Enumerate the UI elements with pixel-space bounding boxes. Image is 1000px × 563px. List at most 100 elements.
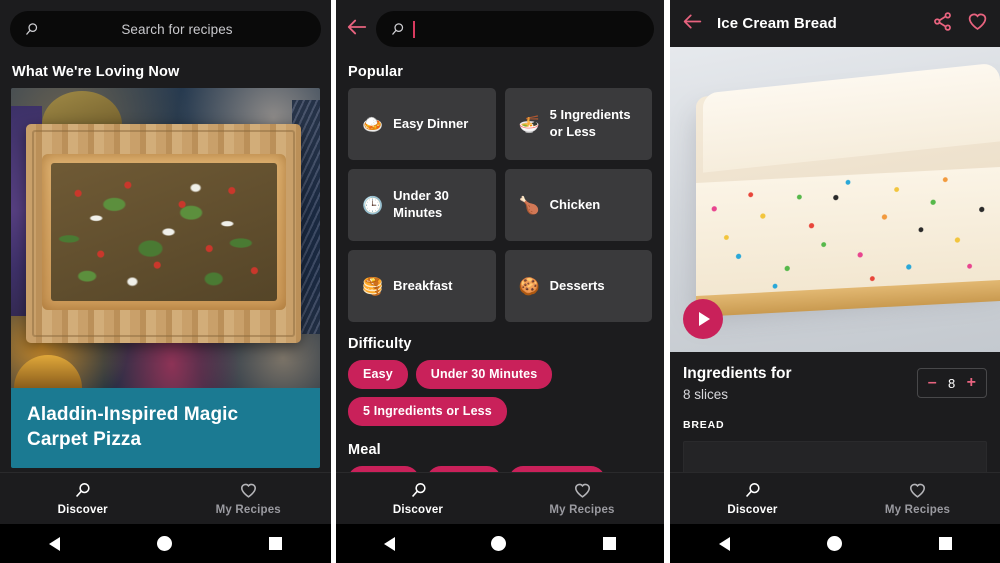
filter-chip-dinner[interactable]: Dinner [348, 466, 419, 472]
ingredient-section-label: BREAD [683, 418, 725, 431]
recents-square-icon[interactable] [269, 537, 283, 550]
page-title: Ice Cream Bread [717, 15, 837, 32]
meal-heading: Meal [348, 442, 381, 458]
meal-chip-group: Dinner Snacks Appetizers [336, 466, 664, 472]
nav-label-my-recipes: My Recipes [549, 504, 615, 516]
favorite-heart-icon[interactable] [967, 11, 988, 37]
category-tile-under-30-minutes[interactable]: 🕒 Under 30 Minutes [348, 169, 496, 241]
home-circle-icon[interactable] [156, 536, 172, 551]
filter-chip-easy[interactable]: Easy [348, 360, 408, 389]
ingredients-title-block: Ingredients for 8 slices [683, 365, 917, 402]
clock-icon: 🕒 [362, 195, 384, 215]
category-tile-chicken[interactable]: 🍗 Chicken [504, 169, 652, 241]
nav-label-discover: Discover [392, 504, 444, 516]
category-tile-label: Easy Dinner [393, 115, 469, 131]
filter-chip-under-30-minutes[interactable]: Under 30 Minutes [415, 360, 553, 389]
home-circle-icon[interactable] [491, 536, 507, 551]
screenshot-stage: Search for recipes What We're Loving Now… [0, 0, 1000, 563]
category-tile-easy-dinner[interactable]: 🍛 Easy Dinner [348, 88, 496, 160]
search-input[interactable] [376, 11, 654, 47]
breakfast-icon: 🥞 [362, 276, 384, 296]
panel3-system-bar [670, 524, 1000, 563]
phone-panel-recipe-detail: Ice Cream Bread Ingredients for 8 slices… [670, 0, 1000, 563]
popular-tile-grid: 🍛 Easy Dinner 🍜 5 Ingredients or Less 🕒 … [336, 88, 664, 322]
difficulty-heading: Difficulty [348, 336, 412, 352]
filter-chip-five-ingredients-or-less[interactable]: 5 Ingredients or Less [348, 397, 507, 426]
back-triangle-icon[interactable] [384, 536, 396, 551]
decrease-servings-button[interactable]: – [928, 375, 937, 391]
search-icon [411, 482, 426, 498]
play-icon [699, 312, 710, 326]
recipe-detail-header: Ice Cream Bread [670, 0, 1000, 47]
category-tile-label: 5 Ingredients or Less [549, 107, 631, 139]
heart-icon [574, 483, 590, 498]
increase-servings-button[interactable]: + [967, 375, 976, 391]
phone-panel-search: Popular 🍛 Easy Dinner 🍜 5 Ingredients or… [336, 0, 664, 563]
nav-item-discover[interactable]: Discover [0, 473, 166, 524]
panel1-search-row: Search for recipes [0, 0, 331, 57]
nav-label-my-recipes: My Recipes [884, 504, 951, 516]
nav-label-discover: Discover [57, 504, 108, 516]
back-triangle-icon[interactable] [48, 536, 60, 551]
share-icon[interactable] [932, 11, 953, 37]
featured-recipe-title: Aladdin-Inspired Magic Carpet Pizza [11, 388, 320, 469]
play-video-button[interactable] [683, 299, 723, 339]
back-arrow-icon[interactable] [346, 16, 368, 43]
back-arrow-icon[interactable] [682, 11, 703, 37]
servings-quantity: 8 [948, 375, 956, 391]
ingredient-list-placeholder [683, 440, 987, 472]
heart-icon [909, 483, 926, 498]
panel1-section-title: What We're Loving Now [12, 64, 180, 80]
search-icon [76, 482, 90, 498]
filter-chip-snacks[interactable]: Snacks [426, 466, 502, 472]
panel2-search-row [336, 0, 664, 57]
difficulty-chip-group: Easy Under 30 Minutes 5 Ingredients or L… [336, 360, 664, 426]
featured-recipe-image [11, 88, 320, 388]
panel2-screen: Popular 🍛 Easy Dinner 🍜 5 Ingredients or… [336, 0, 664, 472]
five-ingredients-icon: 🍜 [518, 114, 540, 134]
chicken-icon: 🍗 [518, 195, 540, 215]
category-tile-desserts[interactable]: 🍪 Desserts [504, 250, 652, 322]
nav-item-my-recipes[interactable]: My Recipes [500, 473, 664, 524]
search-placeholder: Search for recipes [121, 21, 233, 37]
panel2-system-bar [336, 524, 664, 563]
search-icon [24, 22, 39, 37]
category-tile-label: Breakfast [393, 277, 453, 293]
ingredients-title: Ingredients for [683, 365, 792, 382]
popular-heading: Popular [348, 64, 404, 80]
recipe-hero-image [670, 47, 1000, 352]
cookie-icon: 🍪 [518, 276, 540, 296]
servings-stepper[interactable]: – 8 + [916, 368, 987, 398]
panel3-bottom-nav: Discover My Recipes [670, 472, 1000, 524]
category-tile-label: Chicken [549, 196, 601, 212]
home-circle-icon[interactable] [826, 536, 842, 551]
nav-label-my-recipes: My Recipes [215, 504, 281, 516]
category-tile-breakfast[interactable]: 🥞 Breakfast [348, 250, 496, 322]
back-triangle-icon[interactable] [718, 536, 730, 551]
search-input[interactable]: Search for recipes [10, 11, 321, 47]
featured-recipe-card[interactable]: Aladdin-Inspired Magic Carpet Pizza [11, 88, 320, 469]
nav-item-my-recipes[interactable]: My Recipes [166, 473, 332, 524]
search-icon [390, 22, 405, 37]
recents-square-icon[interactable] [602, 537, 616, 550]
category-tile-label: Desserts [549, 277, 605, 293]
nav-item-my-recipes[interactable]: My Recipes [835, 473, 1000, 524]
nav-item-discover[interactable]: Discover [670, 473, 835, 524]
category-tile-five-ingredients[interactable]: 🍜 5 Ingredients or Less [504, 88, 652, 160]
search-icon [745, 482, 760, 498]
nav-item-discover[interactable]: Discover [336, 473, 500, 524]
phone-panel-discover: Search for recipes What We're Loving Now… [0, 0, 331, 563]
ingredients-servings: 8 slices [683, 386, 729, 402]
panel2-bottom-nav: Discover My Recipes [336, 472, 664, 524]
panel1-screen: Search for recipes What We're Loving Now… [0, 0, 331, 472]
nav-label-discover: Discover [727, 504, 778, 516]
heart-icon [240, 483, 256, 498]
panel1-bottom-nav: Discover My Recipes [0, 472, 331, 524]
category-tile-label: Under 30 Minutes [393, 188, 449, 220]
text-cursor [413, 20, 415, 38]
easy-dinner-icon: 🍛 [362, 114, 384, 134]
recents-square-icon[interactable] [938, 537, 952, 550]
filter-chip-appetizers[interactable]: Appetizers [509, 466, 605, 472]
panel1-system-bar [0, 524, 331, 563]
panel3-screen: Ice Cream Bread Ingredients for 8 slices… [670, 0, 1000, 472]
